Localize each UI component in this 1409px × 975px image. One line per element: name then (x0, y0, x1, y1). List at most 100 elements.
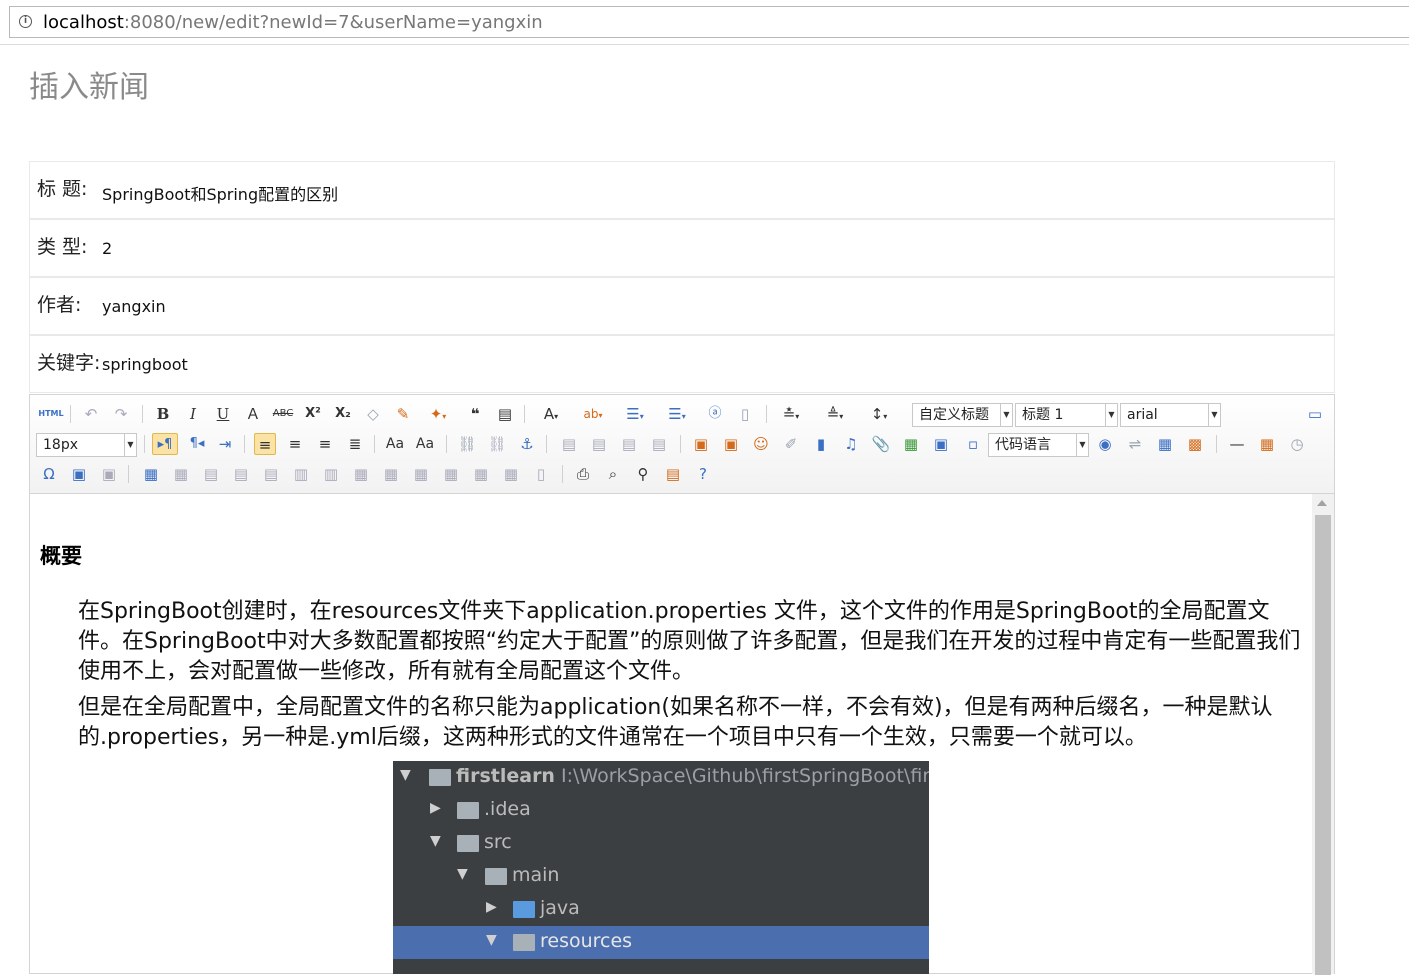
ordered-list-icon[interactable]: ☰▾ (618, 403, 652, 425)
row-spacing-bottom-icon[interactable]: ≜▾ (818, 403, 852, 425)
lowercase-icon[interactable]: Aa (414, 433, 436, 455)
insert-video-icon[interactable]: ▮ (810, 433, 832, 455)
separator (244, 435, 245, 453)
align-center-icon[interactable]: ≡ (284, 433, 306, 455)
insert-row-icon[interactable]: ▤ (230, 463, 252, 485)
split-cells-icon[interactable]: ▦ (440, 463, 462, 485)
insert-image-icon[interactable]: ▣ (720, 433, 742, 455)
url-text[interactable]: localhost:8080/new/edit?newId=7&userName… (43, 12, 543, 33)
italic-icon[interactable]: I (182, 403, 204, 425)
line-height-icon[interactable]: ↕▾ (862, 403, 896, 425)
merge-cells-icon[interactable]: ▦ (350, 463, 372, 485)
merge-down-icon[interactable]: ▦ (410, 463, 432, 485)
split-cols-icon[interactable]: ▦ (500, 463, 522, 485)
simple-upload-icon[interactable]: ▣ (690, 433, 712, 455)
music-icon[interactable]: ♫ (840, 433, 862, 455)
code-language-select[interactable]: 代码语言 ▼ (988, 433, 1089, 457)
font-family-select[interactable]: arial ▼ (1120, 403, 1221, 427)
auto-format-icon[interactable]: ✦▾ (422, 403, 454, 425)
undo-icon[interactable]: ↶ (80, 403, 102, 425)
special-chars-icon[interactable]: Ω (38, 463, 60, 485)
insert-code-icon[interactable]: ▫ (962, 433, 984, 455)
select-all-icon[interactable]: ⓐ (704, 403, 726, 425)
split-rows-icon[interactable]: ▦ (470, 463, 492, 485)
clear-doc-icon[interactable]: ▯ (734, 403, 756, 425)
insert-paragraph-before-table-icon[interactable]: ▤ (200, 463, 222, 485)
emotion-icon[interactable]: ☺ (750, 433, 772, 455)
time-icon[interactable]: ◷ (1286, 433, 1308, 455)
superscript-icon[interactable]: X² (302, 403, 324, 425)
eraser-icon[interactable]: ◇ (362, 403, 384, 425)
info-icon[interactable]: i (19, 15, 32, 28)
align-justify-icon[interactable]: ≣ (344, 433, 366, 455)
html-source-button[interactable]: HTML (38, 403, 64, 425)
image-center-icon[interactable]: ▤ (648, 433, 670, 455)
rtl-direction-icon[interactable]: ¶◂ (184, 433, 210, 455)
custom-heading-select[interactable]: 自定义标题 ▼ (912, 403, 1013, 427)
preview-icon[interactable]: ⌕ (602, 463, 624, 485)
paragraph-select[interactable]: 标题 1 ▼ (1015, 403, 1118, 427)
subscript-icon[interactable]: X₂ (332, 403, 354, 425)
insert-table-icon[interactable]: ▦ (140, 463, 162, 485)
anchor-icon[interactable]: ⚓ (516, 433, 538, 455)
delete-row-icon[interactable]: ▤ (260, 463, 282, 485)
paste-plain-icon[interactable]: ▤ (494, 403, 516, 425)
keyword-input[interactable]: springboot (102, 355, 188, 374)
row-spacing-top-icon[interactable]: ≛▾ (774, 403, 808, 425)
wordimage-upload-icon[interactable]: ▣ (98, 463, 120, 485)
attachment-icon[interactable]: 📎 (870, 433, 892, 455)
content-paragraph-2: 但是在全局配置中，全局配置文件的名称只能为application(如果名称不一样… (78, 695, 1273, 750)
insert-col-icon[interactable]: ▥ (290, 463, 312, 485)
blockquote-icon[interactable]: ❝ (464, 403, 486, 425)
image-left-icon[interactable]: ▤ (588, 433, 610, 455)
merge-right-icon[interactable]: ▦ (380, 463, 402, 485)
bold-icon[interactable]: B (152, 403, 174, 425)
strikethrough-icon[interactable]: ABC (272, 403, 294, 425)
type-input[interactable]: 2 (102, 239, 112, 258)
image-right-icon[interactable]: ▤ (618, 433, 640, 455)
delete-table-icon[interactable]: ▦ (170, 463, 192, 485)
word-image-icon[interactable]: ▣ (68, 463, 90, 485)
map-icon[interactable]: ▦ (900, 433, 922, 455)
web-app-icon[interactable]: ◉ (1094, 433, 1116, 455)
highlight-color-icon[interactable]: ab▾ (576, 403, 610, 425)
underline-icon[interactable]: U (212, 403, 234, 425)
unlink-icon[interactable]: ⛓ (486, 433, 508, 455)
format-brush-icon[interactable]: ✎ (392, 403, 414, 425)
font-size-select[interactable]: 18px ▼ (36, 433, 137, 457)
ltr-direction-icon[interactable]: ▸¶ (152, 433, 178, 455)
search-replace-icon[interactable]: ⚲ (632, 463, 654, 485)
editor-scrollbar[interactable] (1312, 494, 1334, 975)
redo-icon[interactable]: ↷ (110, 403, 132, 425)
align-left-icon[interactable]: ≡ (254, 433, 276, 455)
template-icon[interactable]: ▦ (1154, 433, 1176, 455)
drafts-icon[interactable]: ▤ (662, 463, 684, 485)
image-none-icon[interactable]: ▤ (558, 433, 580, 455)
editor-content[interactable]: 概要 在SpringBoot创建时，在resources文件夹下applicat… (30, 494, 1312, 974)
link-icon[interactable]: ⛓ (456, 433, 478, 455)
background-icon[interactable]: ▩ (1184, 433, 1206, 455)
chart-icon[interactable]: ▯ (530, 463, 552, 485)
uppercase-icon[interactable]: Aa (384, 433, 406, 455)
print-icon[interactable]: ⎙ (572, 463, 594, 485)
align-right-icon[interactable]: ≡ (314, 433, 336, 455)
horizontal-rule-icon[interactable]: — (1226, 433, 1248, 455)
indent-icon[interactable]: ⇥ (214, 433, 236, 455)
address-bar[interactable]: i localhost:8080/new/edit?newId=7&userNa… (9, 6, 1409, 38)
font-border-icon[interactable]: Ａ (242, 403, 264, 425)
paragraph-value: 标题 1 (1022, 407, 1064, 423)
toolbar-row-3: Ω ▣ ▣ ▦ ▦ ▤ ▤ ▤ ▥ ▥ ▦ ▦ ▦ ▦ ▦ ▦ ▯ ⎙ ⌕ ⚲ … (30, 459, 1334, 489)
font-color-icon[interactable]: A▾ (534, 403, 568, 425)
unordered-list-icon[interactable]: ☰▾ (660, 403, 694, 425)
help-icon[interactable]: ? (692, 463, 714, 485)
insert-frame-icon[interactable]: ▣ (930, 433, 952, 455)
fullscreen-icon[interactable]: ▭ (1304, 403, 1326, 425)
title-input[interactable]: SpringBoot和Spring配置的区别 (102, 181, 338, 205)
date-icon[interactable]: ▦ (1256, 433, 1278, 455)
scroll-up-icon[interactable] (1317, 500, 1327, 506)
scrollbar-thumb[interactable] (1315, 515, 1331, 975)
author-input[interactable]: yangxin (102, 297, 166, 316)
delete-col-icon[interactable]: ▥ (320, 463, 342, 485)
page-break-icon[interactable]: ⇌ (1124, 433, 1146, 455)
scrawl-icon[interactable]: ✐ (780, 433, 802, 455)
